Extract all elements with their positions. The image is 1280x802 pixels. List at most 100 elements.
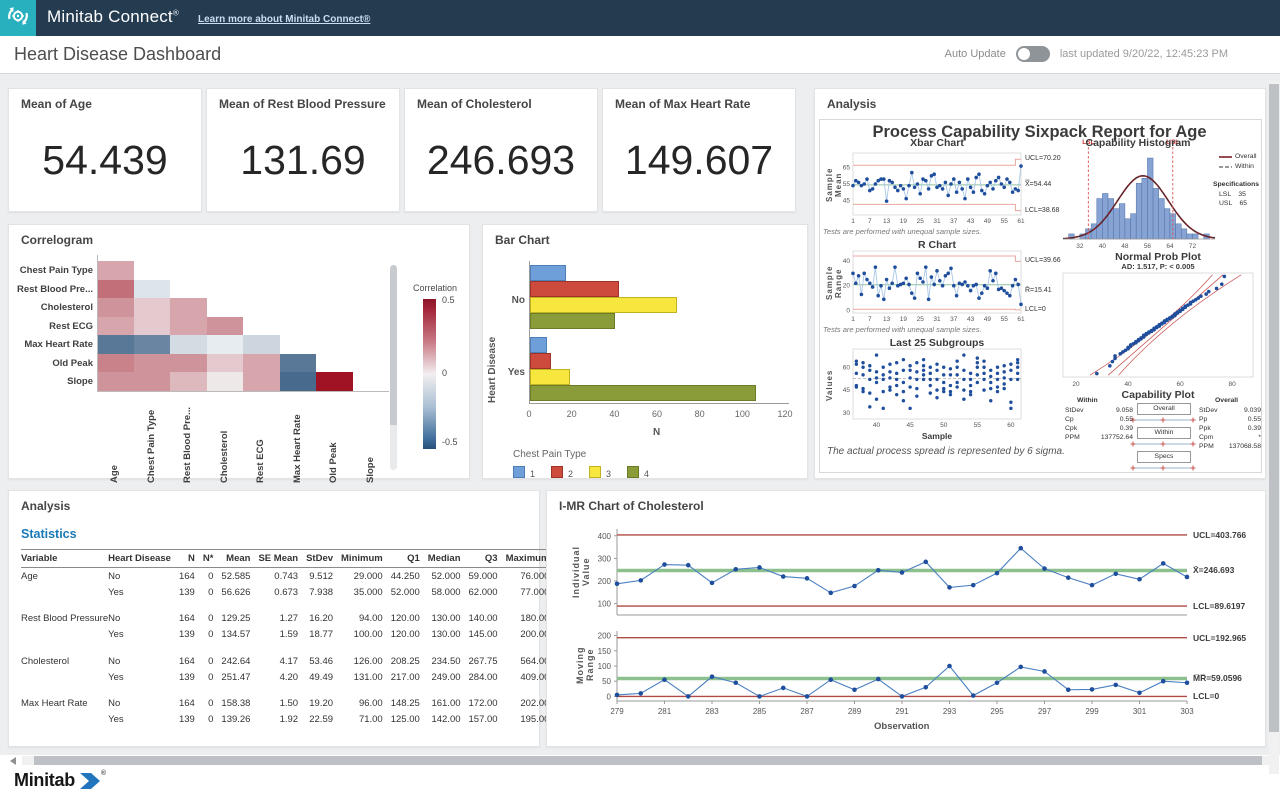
data-point[interactable] — [893, 185, 897, 189]
data-point[interactable] — [944, 181, 948, 185]
data-point[interactable] — [638, 691, 643, 696]
heatmap-cell[interactable] — [97, 298, 134, 317]
subgroup-point[interactable] — [935, 396, 938, 399]
histogram-bar[interactable] — [1131, 214, 1137, 239]
data-point[interactable] — [960, 187, 964, 191]
heatmap-cell[interactable] — [243, 372, 280, 391]
data-point[interactable] — [918, 276, 922, 280]
auto-update-toggle[interactable] — [1016, 46, 1050, 62]
data-point[interactable] — [938, 184, 942, 188]
subgroup-point[interactable] — [949, 384, 952, 387]
data-point[interactable] — [899, 184, 903, 188]
data-point[interactable] — [921, 280, 925, 284]
subgroup-point[interactable] — [888, 388, 891, 391]
data-point[interactable] — [1016, 283, 1020, 287]
subgroup-point[interactable] — [935, 378, 938, 381]
probplot-point[interactable] — [1207, 290, 1211, 294]
data-point[interactable] — [757, 694, 762, 699]
data-point[interactable] — [969, 185, 973, 189]
probplot-point[interactable] — [1108, 364, 1112, 368]
data-point[interactable] — [1018, 665, 1023, 670]
bar-no-cpt1[interactable] — [530, 265, 566, 281]
data-point[interactable] — [949, 267, 953, 271]
subgroup-point[interactable] — [949, 367, 952, 370]
subgroup-point[interactable] — [1009, 407, 1012, 410]
data-point[interactable] — [988, 181, 992, 185]
subgroup-point[interactable] — [1009, 378, 1012, 381]
subgroup-point[interactable] — [982, 366, 985, 369]
subgroup-point[interactable] — [868, 391, 871, 394]
data-point[interactable] — [1011, 190, 1015, 194]
data-point[interactable] — [1113, 572, 1118, 577]
subgroup-point[interactable] — [1003, 382, 1006, 385]
subgroup-point[interactable] — [882, 366, 885, 369]
subgroup-point[interactable] — [922, 364, 925, 367]
data-point[interactable] — [876, 568, 881, 573]
subgroup-point[interactable] — [982, 372, 985, 375]
data-point[interactable] — [1161, 561, 1166, 566]
data-point[interactable] — [980, 291, 984, 295]
data-point[interactable] — [904, 197, 908, 201]
data-point[interactable] — [927, 187, 931, 191]
subgroup-point[interactable] — [902, 369, 905, 372]
subgroup-point[interactable] — [888, 376, 891, 379]
data-point[interactable] — [983, 284, 987, 288]
data-point[interactable] — [986, 184, 990, 188]
subgroup-point[interactable] — [962, 398, 965, 401]
subgroup-point[interactable] — [888, 363, 891, 366]
data-point[interactable] — [1000, 286, 1004, 290]
data-point[interactable] — [828, 677, 833, 682]
subgroup-point[interactable] — [922, 369, 925, 372]
data-point[interactable] — [995, 571, 1000, 576]
subgroup-point[interactable] — [942, 381, 945, 384]
subgroup-point[interactable] — [996, 372, 999, 375]
data-point[interactable] — [924, 179, 928, 183]
data-point[interactable] — [946, 272, 950, 276]
page-vertical-scrollbar[interactable] — [1269, 82, 1279, 774]
heatmap-cell[interactable] — [134, 317, 171, 336]
heatmap-cell[interactable] — [207, 335, 244, 354]
subgroup-point[interactable] — [855, 363, 858, 366]
subgroup-point[interactable] — [1016, 378, 1019, 381]
subgroup-point[interactable] — [989, 381, 992, 384]
data-point[interactable] — [923, 560, 928, 565]
histogram-bar[interactable] — [1153, 188, 1159, 239]
subgroup-point[interactable] — [976, 356, 979, 359]
data-point[interactable] — [686, 694, 691, 699]
data-point[interactable] — [871, 285, 875, 289]
data-point[interactable] — [733, 567, 738, 572]
subgroup-point[interactable] — [942, 373, 945, 376]
heatmap-cell[interactable] — [97, 261, 134, 280]
data-point[interactable] — [1000, 182, 1004, 186]
minitab-connect-logo[interactable] — [0, 0, 36, 36]
data-point[interactable] — [1066, 575, 1071, 580]
bar-yes-cpt3[interactable] — [530, 369, 570, 385]
data-point[interactable] — [918, 192, 922, 196]
data-point[interactable] — [1066, 687, 1071, 692]
data-point[interactable] — [888, 286, 892, 290]
subgroup-point[interactable] — [895, 384, 898, 387]
data-point[interactable] — [955, 190, 959, 194]
data-point[interactable] — [960, 283, 964, 287]
data-point[interactable] — [974, 176, 978, 180]
data-point[interactable] — [952, 177, 956, 181]
subgroup-point[interactable] — [996, 366, 999, 369]
heatmap-cell[interactable] — [207, 372, 244, 391]
bar-yes-cpt2[interactable] — [530, 353, 551, 369]
subgroup-point[interactable] — [1009, 363, 1012, 366]
data-point[interactable] — [1016, 189, 1020, 193]
data-point[interactable] — [977, 296, 981, 300]
subgroup-point[interactable] — [989, 369, 992, 372]
data-point[interactable] — [955, 294, 959, 298]
subgroup-point[interactable] — [882, 407, 885, 410]
data-point[interactable] — [946, 194, 950, 198]
subgroup-point[interactable] — [935, 369, 938, 372]
data-point[interactable] — [757, 565, 762, 570]
subgroup-point[interactable] — [929, 384, 932, 387]
data-point[interactable] — [947, 585, 952, 590]
subgroup-point[interactable] — [982, 359, 985, 362]
subgroup-point[interactable] — [962, 353, 965, 356]
subgroup-point[interactable] — [868, 364, 871, 367]
data-point[interactable] — [860, 293, 864, 297]
data-point[interactable] — [949, 182, 953, 186]
